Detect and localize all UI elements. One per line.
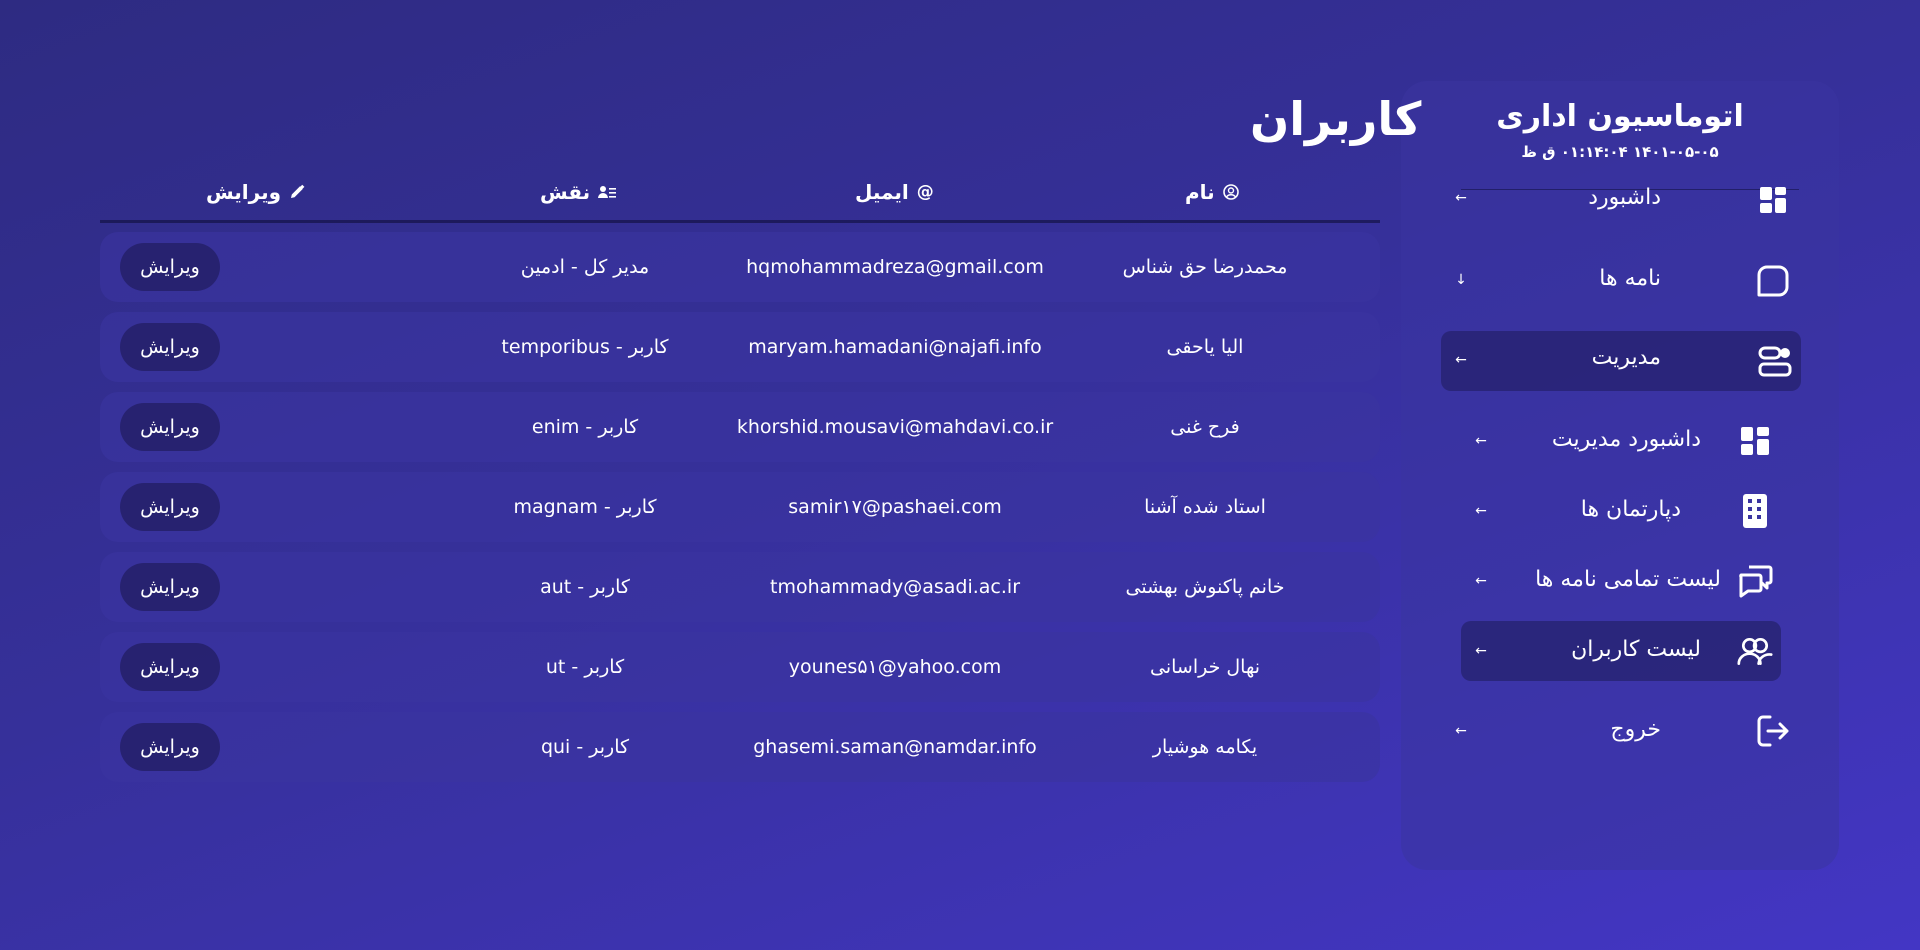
column-header-edit: ویرایش xyxy=(206,180,305,204)
table-header-divider xyxy=(100,220,1380,223)
at-sign-icon: @ xyxy=(916,182,934,202)
cell-email: tmohammady@asadi.ac.ir xyxy=(769,576,1021,598)
sidebar-item-label: لیست کاربران xyxy=(1571,637,1701,662)
edit-button[interactable]: ویرایش xyxy=(120,403,220,451)
column-header-label: نقش xyxy=(540,180,591,204)
cell-name: یکامه هوشیار xyxy=(1152,736,1258,758)
table-row: فرح غنی khorshid.mousavi@mahdavi.co.ir e… xyxy=(100,392,1380,462)
cell-name: الیا یاحقی xyxy=(1166,336,1244,358)
column-header-label: ایمیل xyxy=(855,180,909,204)
cell-email: samir۱۷@pashaei.com xyxy=(788,496,1002,518)
sidebar-item-letters[interactable]: نامه ها ↓ xyxy=(1441,253,1799,309)
cell-name: فرح غنی xyxy=(1170,416,1240,438)
sidebar-item-label: نامه ها xyxy=(1599,266,1661,291)
sidebar-item-label: لیست تمامی نامه ها xyxy=(1535,567,1721,592)
logout-icon xyxy=(1755,713,1791,749)
cell-email: younes۵۱@yahoo.com xyxy=(788,656,1002,678)
table-row: الیا یاحقی maryam.hamadani@najafi.info t… xyxy=(100,312,1380,382)
cell-role: مدیر کل - ادمین xyxy=(520,256,650,278)
sidebar-item-all-letters[interactable]: لیست تمامی نامه ها ← xyxy=(1461,551,1781,611)
sidebar-item-management[interactable]: مدیریت ← xyxy=(1441,331,1801,391)
sidebar-item-departments[interactable]: دپارتمان ها ← xyxy=(1461,481,1781,541)
arrow-left-icon: ← xyxy=(1475,433,1487,449)
arrow-left-icon: ← xyxy=(1455,352,1467,368)
arrow-left-icon: ← xyxy=(1455,190,1467,206)
admin-icon xyxy=(1757,343,1793,379)
dashboard-icon xyxy=(1737,423,1773,459)
arrow-left-icon: ← xyxy=(1475,573,1487,589)
edit-button[interactable]: ویرایش xyxy=(120,643,220,691)
page-title: کاربران xyxy=(1250,92,1422,146)
sidebar-item-users-list[interactable]: لیست کاربران ← xyxy=(1461,621,1781,681)
building-icon xyxy=(1737,493,1773,529)
dashboard-icon xyxy=(1755,182,1791,218)
arrow-left-icon: ← xyxy=(1455,723,1467,739)
pencil-icon xyxy=(289,184,305,200)
cell-name: محمدرضا حق شناس xyxy=(1122,256,1288,278)
table-row: یکامه هوشیار ghasemi.saman@namdar.info q… xyxy=(100,712,1380,782)
sidebar-item-label: داشبورد مدیریت xyxy=(1551,427,1701,452)
arrow-down-icon: ↓ xyxy=(1455,272,1467,288)
edit-button[interactable]: ویرایش xyxy=(120,323,220,371)
sidebar-item-label: دپارتمان ها xyxy=(1580,497,1681,522)
app-datetime: ۱۴۰۱-۰۵-۰۵ ۰۱:۱۴:۰۴ ق ظ xyxy=(1521,143,1719,161)
table-header: نام ایمیل @ نقش ویرایش xyxy=(100,172,1380,222)
column-header-label: نام xyxy=(1185,180,1215,204)
sidebar-item-label: خروج xyxy=(1610,717,1661,742)
sidebar-item-management-dashboard[interactable]: داشبورد مدیریت ← xyxy=(1461,411,1781,471)
cell-role: temporibus - کاربر xyxy=(501,336,669,358)
cell-email: khorshid.mousavi@mahdavi.co.ir xyxy=(736,416,1054,438)
edit-button[interactable]: ویرایش xyxy=(120,723,220,771)
cell-name: خانم پاکنوش بهشتی xyxy=(1125,576,1285,598)
message-square-icon xyxy=(1755,263,1791,299)
table-row: استاد شده آشنا samir۱۷@pashaei.com magna… xyxy=(100,472,1380,542)
chat-bubbles-icon xyxy=(1737,563,1773,599)
cell-name: نهال خراسانی xyxy=(1149,656,1261,678)
cell-email: maryam.hamadani@najafi.info xyxy=(748,336,1042,358)
cell-role: qui - کاربر xyxy=(540,736,630,758)
cell-email: ghasemi.saman@namdar.info xyxy=(753,736,1037,758)
user-list-icon xyxy=(598,185,617,199)
column-header-email: ایمیل @ xyxy=(855,180,934,204)
column-header-role: نقش xyxy=(540,180,617,204)
sidebar-item-label: داشبورد xyxy=(1588,185,1661,210)
cell-role: magnam - کاربر xyxy=(513,496,657,518)
cell-role: enim - کاربر xyxy=(531,416,639,438)
sidebar-item-label: مدیریت xyxy=(1591,345,1661,370)
app-title: اتوماسیون اداری xyxy=(1496,99,1744,134)
user-circle-icon xyxy=(1222,184,1239,200)
users-icon xyxy=(1737,633,1773,669)
cell-role: ut - کاربر xyxy=(545,656,625,678)
edit-button[interactable]: ویرایش xyxy=(120,243,220,291)
arrow-left-icon: ← xyxy=(1475,643,1487,659)
table-row: محمدرضا حق شناس hqmohammadreza@gmail.com… xyxy=(100,232,1380,302)
edit-button[interactable]: ویرایش xyxy=(120,483,220,531)
sidebar: اتوماسیون اداری ۱۴۰۱-۰۵-۰۵ ۰۱:۱۴:۰۴ ق ظ … xyxy=(1401,81,1839,870)
cell-email: hqmohammadreza@gmail.com xyxy=(746,256,1044,278)
arrow-left-icon: ← xyxy=(1475,503,1487,519)
table-row: خانم پاکنوش بهشتی tmohammady@asadi.ac.ir… xyxy=(100,552,1380,622)
cell-name: استاد شده آشنا xyxy=(1144,496,1266,518)
table-row: نهال خراسانی younes۵۱@yahoo.com ut - کار… xyxy=(100,632,1380,702)
column-header-name: نام xyxy=(1185,180,1239,204)
cell-role: aut - کاربر xyxy=(540,576,630,598)
sidebar-item-logout[interactable]: خروج ← xyxy=(1441,701,1799,761)
edit-button[interactable]: ویرایش xyxy=(120,563,220,611)
sidebar-item-dashboard[interactable]: داشبورد ← xyxy=(1441,171,1799,229)
column-header-label: ویرایش xyxy=(206,180,282,204)
